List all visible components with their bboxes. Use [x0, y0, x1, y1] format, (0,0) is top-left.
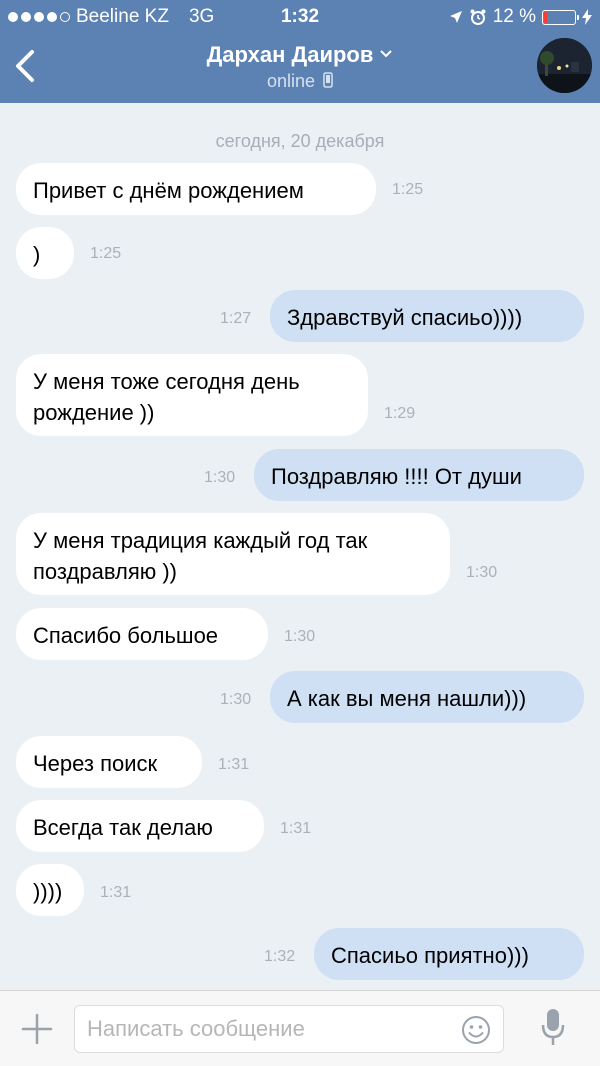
message-time: 1:31	[100, 884, 132, 901]
message-bubble[interactable]: У меня традиция каждый год так поздравля…	[16, 513, 450, 595]
chat-header: Beeline KZ 3G 1:32 12 % Дархан Даиров on…	[0, 0, 600, 103]
contact-title[interactable]: Дархан Даиров online	[120, 42, 480, 92]
message-time: 1:31	[280, 820, 312, 837]
chevron-left-icon	[16, 50, 34, 82]
message-outgoing[interactable]: Спасиьо приятно))) 1:32	[0, 928, 600, 980]
message-incoming[interactable]: Привет с днём рождением 1:25	[0, 163, 600, 215]
message-input[interactable]	[87, 1006, 447, 1052]
contact-status: online	[120, 71, 480, 92]
status-bar: Beeline KZ 3G 1:32 12 %	[0, 0, 600, 34]
chevron-down-icon	[380, 50, 393, 58]
date-separator: сегодня, 20 декабря	[215, 131, 385, 151]
message-bubble[interactable]: Всегда так делаю	[16, 800, 264, 852]
message-outgoing[interactable]: А как вы меня нашли))) 1:30	[0, 671, 600, 723]
mobile-phone-icon	[323, 72, 333, 88]
battery-level	[544, 11, 547, 23]
microphone-icon	[541, 1009, 565, 1045]
charging-bolt-icon	[582, 9, 592, 25]
message-incoming[interactable]: У меня традиция каждый год так поздравля…	[0, 513, 600, 595]
message-bubble[interactable]: ))))	[16, 864, 84, 916]
message-time: 1:27	[220, 310, 252, 327]
status-indicators: 12 %	[449, 6, 592, 28]
message-bubble[interactable]: Через поиск	[16, 736, 202, 788]
message-time: 1:32	[264, 948, 296, 965]
message-list[interactable]: сегодня, 20 декабря Привет с днём рожден…	[0, 103, 600, 990]
voice-message-button[interactable]	[540, 1007, 566, 1049]
alarm-icon	[470, 9, 486, 25]
emoji-button[interactable]	[461, 1015, 491, 1045]
message-time: 1:25	[90, 245, 122, 262]
smiley-icon	[462, 1016, 490, 1044]
message-bubble[interactable]: А как вы меня нашли)))	[270, 671, 584, 723]
message-bubble[interactable]: Спасибо большое	[16, 608, 268, 660]
back-button[interactable]	[10, 44, 40, 88]
message-outgoing[interactable]: Поздравляю !!!! От души 1:30	[0, 449, 600, 501]
message-bubble[interactable]: У меня тоже сегодня день рождение ))	[16, 354, 368, 436]
avatar-photo	[537, 38, 592, 93]
battery-percent: 12 %	[492, 6, 536, 27]
message-incoming[interactable]: Всегда так делаю 1:31	[0, 800, 600, 852]
message-bubble[interactable]: )	[16, 227, 74, 279]
message-bubble[interactable]: Поздравляю !!!! От души	[254, 449, 584, 501]
attach-button[interactable]	[20, 1012, 54, 1046]
plus-icon	[21, 1013, 53, 1045]
message-bubble[interactable]: Спасиьо приятно)))	[314, 928, 584, 980]
message-time: 1:30	[284, 628, 316, 645]
message-time: 1:30	[220, 691, 252, 708]
message-time: 1:30	[204, 469, 236, 486]
message-composer	[0, 990, 600, 1066]
message-bubble[interactable]: Здравствуй спасиьо))))	[270, 290, 584, 342]
message-time: 1:31	[218, 756, 250, 773]
message-time: 1:30	[466, 564, 498, 581]
battery-icon	[542, 9, 579, 25]
message-input-box[interactable]	[74, 1005, 504, 1053]
message-incoming[interactable]: У меня тоже сегодня день рождение )) 1:2…	[0, 354, 600, 436]
message-time: 1:25	[392, 181, 424, 198]
message-bubble[interactable]: Привет с днём рождением	[16, 163, 376, 215]
message-outgoing[interactable]: Здравствуй спасиьо)))) 1:27	[0, 290, 600, 342]
online-status: online	[266, 71, 316, 91]
message-incoming[interactable]: )))) 1:31	[0, 864, 600, 916]
location-arrow-icon	[449, 11, 462, 23]
message-incoming[interactable]: Через поиск 1:31	[0, 736, 600, 788]
message-time: 1:29	[384, 405, 416, 422]
contact-name[interactable]: Дархан Даиров	[207, 42, 374, 67]
message-incoming[interactable]: ) 1:25	[0, 227, 600, 279]
message-incoming[interactable]: Спасибо большое 1:30	[0, 608, 600, 660]
contact-avatar[interactable]	[537, 38, 592, 93]
